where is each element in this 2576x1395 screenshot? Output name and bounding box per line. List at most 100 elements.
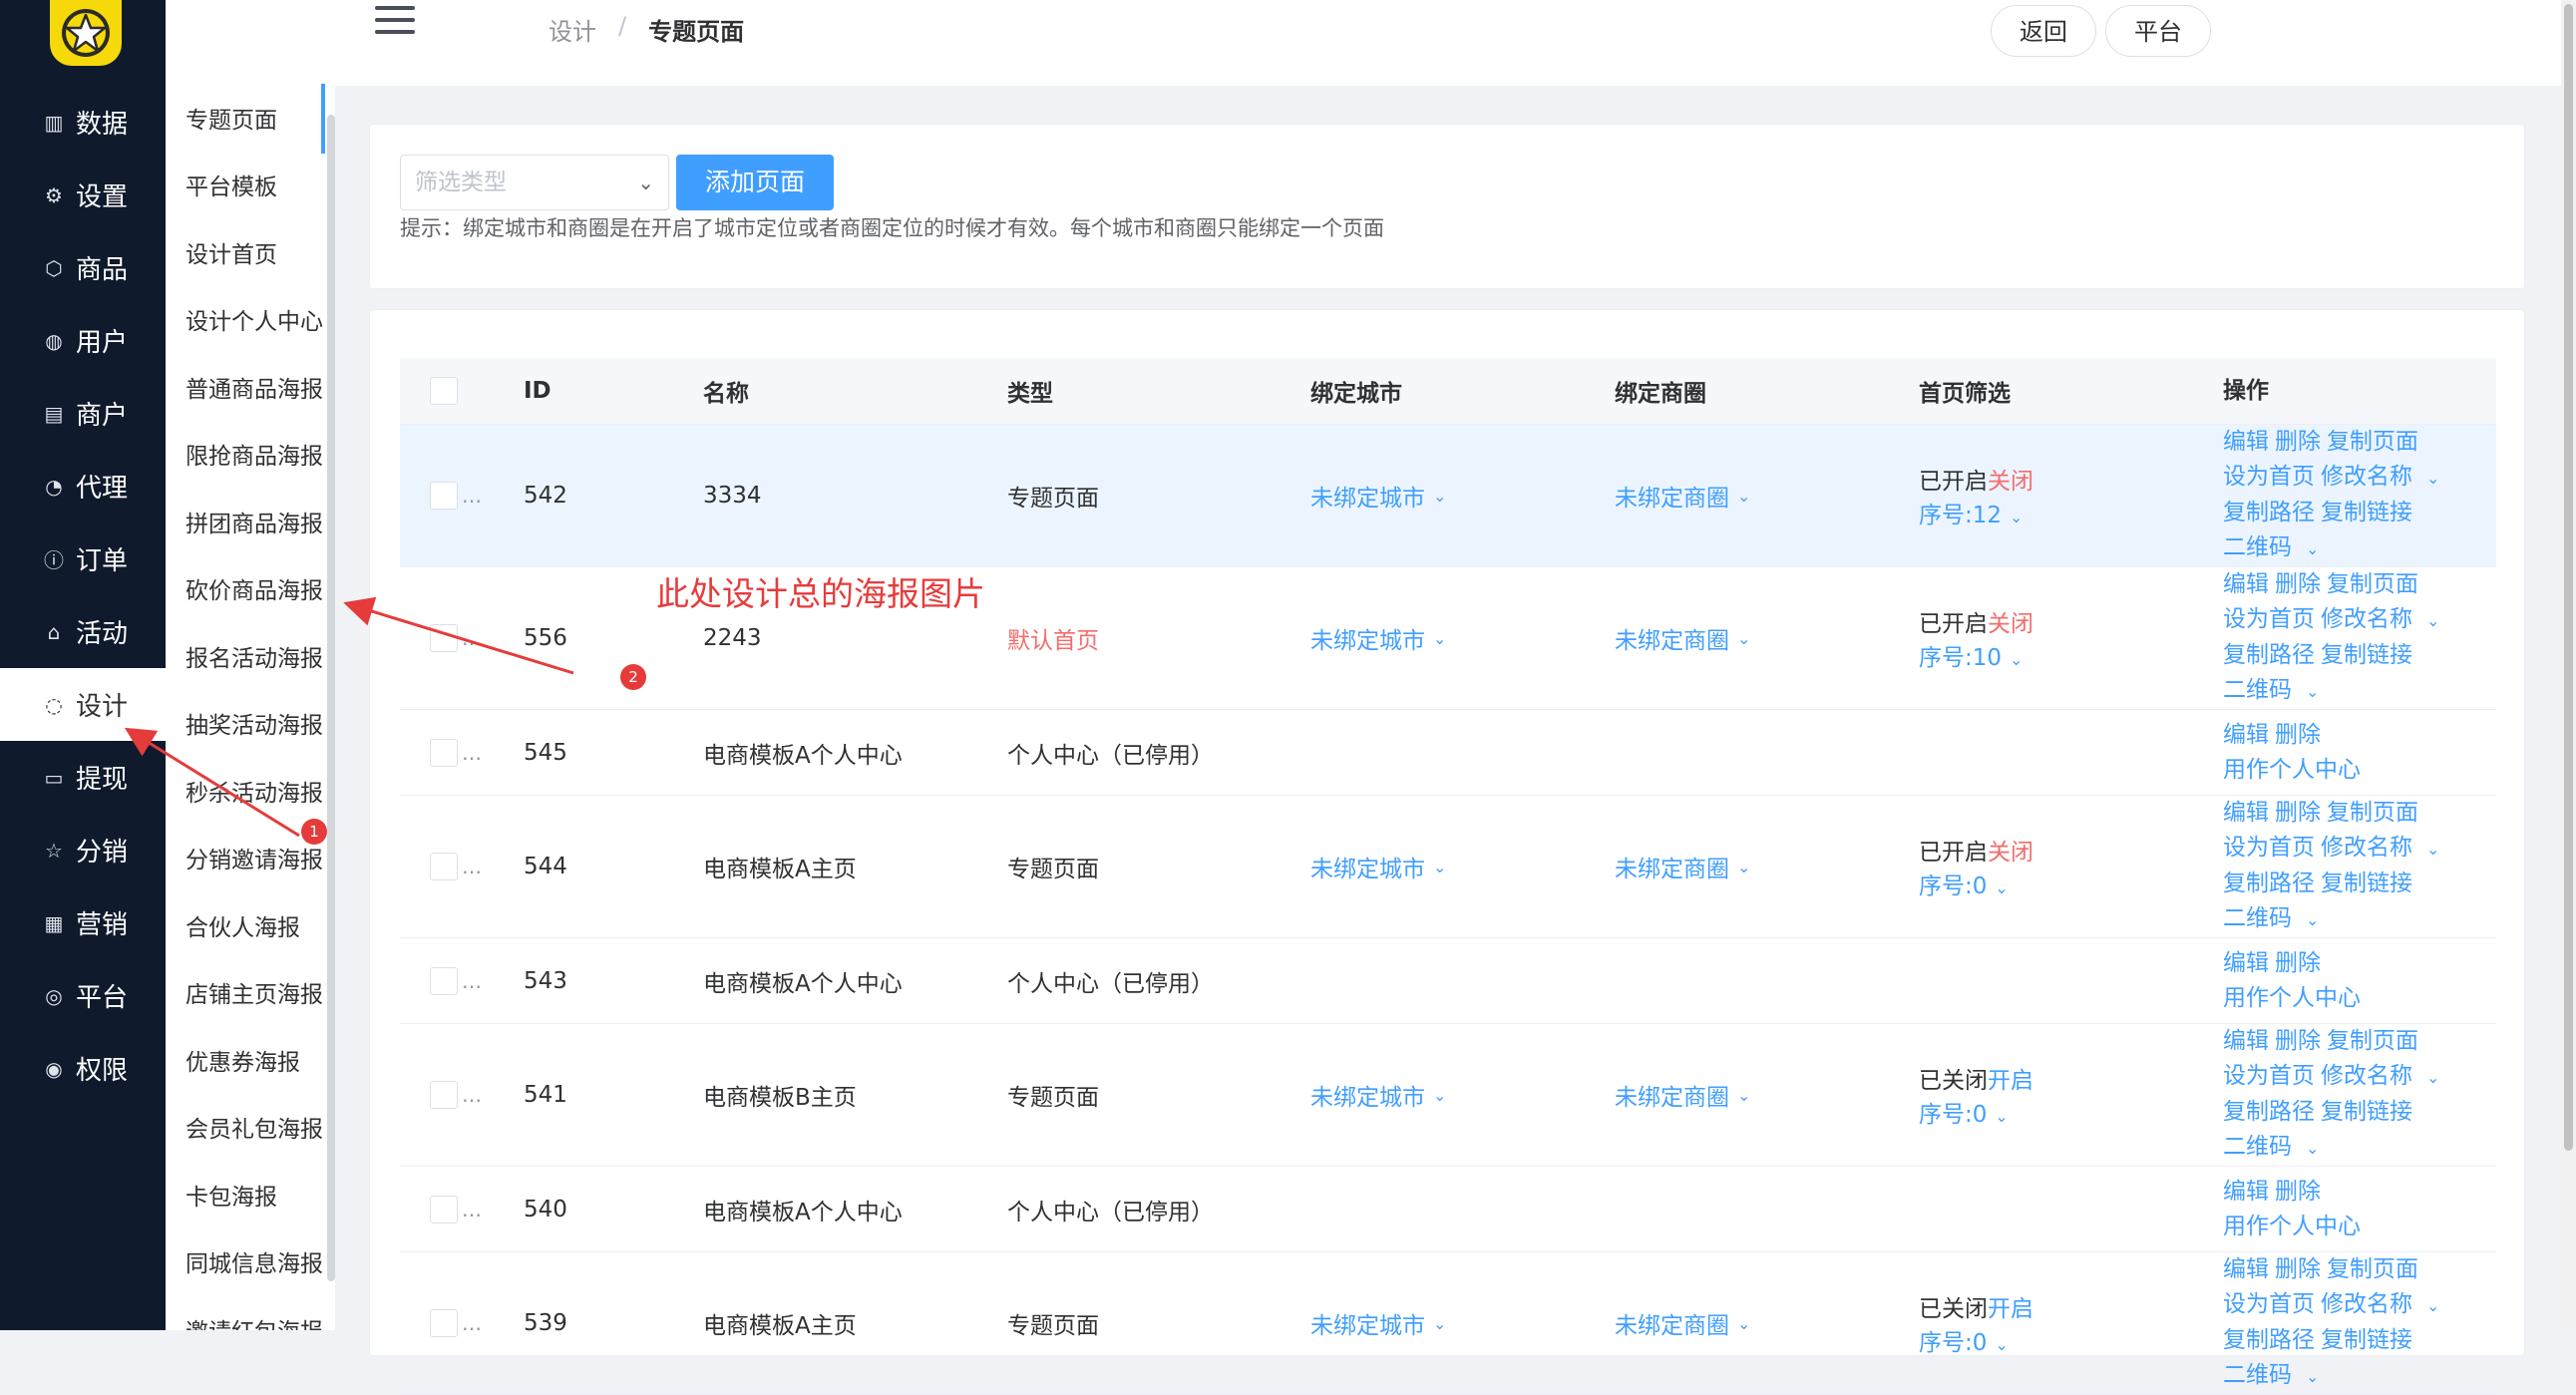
row-checkbox[interactable] — [430, 624, 458, 652]
op-link[interactable]: 复制页面 — [2327, 1256, 2418, 1282]
submenu-item[interactable]: 平台模板 — [166, 152, 335, 219]
op-link[interactable]: 编辑 — [2223, 571, 2269, 597]
submenu-item[interactable]: 拼团商品海报 — [166, 488, 335, 555]
city-dropdown[interactable]: 未绑定城市 ⌄ — [1310, 567, 1446, 709]
row-checkbox[interactable] — [430, 482, 458, 510]
type-filter-select[interactable]: 筛选类型 ⌄ — [400, 155, 669, 210]
circle-dropdown[interactable]: 未绑定商圈 ⌄ — [1615, 567, 1750, 709]
submenu-item[interactable]: 合伙人海报 — [166, 891, 335, 959]
sequence-dropdown[interactable]: 序号:0 ⌄ — [1919, 1095, 2009, 1129]
row-checkbox[interactable] — [430, 1309, 458, 1337]
op-link[interactable]: 二维码 — [2223, 1134, 2292, 1160]
submenu-item[interactable]: 报名活动海报 — [166, 622, 335, 690]
city-value[interactable]: 未绑定城市 — [1310, 850, 1425, 883]
circle-value[interactable]: 未绑定商圈 — [1615, 621, 1729, 655]
op-link[interactable]: 删除 — [2275, 800, 2321, 826]
nav-item[interactable]: ☆ 分销 — [0, 814, 166, 886]
op-link[interactable]: 复制路径 — [2223, 871, 2315, 896]
platform-button[interactable]: 平台 — [2105, 5, 2211, 57]
circle-value[interactable]: 未绑定商圈 — [1615, 850, 1729, 883]
op-link[interactable]: 复制页面 — [2327, 800, 2418, 826]
city-value[interactable]: 未绑定城市 — [1310, 1306, 1425, 1340]
row-checkbox[interactable] — [430, 1081, 458, 1109]
sequence-dropdown[interactable]: 序号:0 ⌄ — [1919, 867, 2009, 900]
nav-item[interactable]: ◉ 权限 — [0, 1032, 166, 1105]
op-link[interactable]: 用作个人中心 — [2223, 985, 2361, 1011]
op-link[interactable]: 复制路径 — [2223, 1327, 2315, 1353]
row-checkbox[interactable] — [430, 853, 458, 880]
page-scrollbar[interactable] — [2561, 0, 2576, 1330]
submenu-item[interactable]: 邀请红包海报 — [166, 1295, 335, 1330]
nav-item[interactable]: ◍ 用户 — [0, 304, 166, 377]
op-link[interactable]: 修改名称 — [2321, 1291, 2412, 1317]
op-link[interactable]: 修改名称 — [2321, 1063, 2412, 1089]
nav-item[interactable]: ◌ 设计 — [0, 668, 166, 741]
op-link[interactable]: 编辑 — [2223, 1179, 2269, 1205]
op-link[interactable]: 复制路径 — [2223, 1099, 2315, 1125]
op-link[interactable]: 二维码 — [2223, 1362, 2292, 1388]
op-link[interactable]: 修改名称 — [2321, 464, 2412, 490]
op-link[interactable]: 用作个人中心 — [2223, 757, 2361, 783]
op-link[interactable]: 编辑 — [2223, 429, 2269, 455]
city-value[interactable]: 未绑定城市 — [1310, 1078, 1425, 1112]
submenu-item[interactable]: 店铺主页海报 — [166, 959, 335, 1027]
op-link[interactable]: 编辑 — [2223, 950, 2269, 976]
submenu-item[interactable]: 同城信息海报 — [166, 1228, 335, 1296]
nav-item[interactable]: ⚙ 设置 — [0, 159, 166, 231]
add-page-button[interactable]: 添加页面 — [676, 155, 834, 210]
status-toggle-link[interactable]: 开启 — [1988, 1068, 2033, 1094]
circle-value[interactable]: 未绑定商圈 — [1615, 479, 1729, 513]
op-link[interactable]: 编辑 — [2223, 722, 2269, 748]
nav-item[interactable]: ▭ 提现 — [0, 741, 166, 814]
row-checkbox[interactable] — [430, 1195, 458, 1223]
op-link[interactable]: 用作个人中心 — [2223, 1214, 2361, 1239]
nav-item[interactable]: ▤ 商户 — [0, 377, 166, 450]
op-link[interactable]: 删除 — [2275, 1256, 2321, 1282]
nav-item[interactable]: ◔ 代理 — [0, 450, 166, 523]
circle-dropdown[interactable]: 未绑定商圈 ⌄ — [1615, 796, 1750, 937]
op-link[interactable]: 删除 — [2275, 1179, 2321, 1205]
circle-dropdown[interactable]: 未绑定商圈 ⌄ — [1615, 1024, 1750, 1166]
op-link[interactable]: 复制路径 — [2223, 500, 2315, 525]
op-link[interactable]: 复制页面 — [2327, 429, 2418, 455]
nav-item[interactable]: ⓘ 订单 — [0, 523, 166, 595]
op-link[interactable]: 删除 — [2275, 429, 2321, 455]
op-link[interactable]: 二维码 — [2223, 905, 2292, 931]
op-link[interactable]: 设为首页 — [2223, 835, 2315, 861]
submenu-scrollbar[interactable] — [327, 115, 335, 1281]
nav-item[interactable]: ▥ 数据 — [0, 86, 166, 159]
breadcrumb-design[interactable]: 设计 — [549, 12, 596, 47]
circle-dropdown[interactable]: 未绑定商圈 ⌄ — [1615, 1252, 1750, 1394]
op-link[interactable]: 删除 — [2275, 722, 2321, 748]
submenu-item[interactable]: 抽奖活动海报 — [166, 690, 335, 758]
op-link[interactable]: 设为首页 — [2223, 1291, 2315, 1317]
op-link[interactable]: 设为首页 — [2223, 606, 2315, 632]
row-checkbox[interactable] — [430, 966, 458, 995]
op-link[interactable]: 设为首页 — [2223, 464, 2315, 490]
op-link[interactable]: 二维码 — [2223, 677, 2292, 703]
city-dropdown[interactable]: 未绑定城市 ⌄ — [1310, 1252, 1446, 1394]
row-checkbox[interactable] — [430, 738, 458, 767]
op-link[interactable]: 删除 — [2275, 571, 2321, 597]
circle-dropdown[interactable]: 未绑定商圈 ⌄ — [1615, 425, 1750, 566]
submenu-item[interactable]: 专题页面 — [166, 84, 335, 152]
nav-item[interactable]: ▦ 营销 — [0, 886, 166, 959]
city-dropdown[interactable]: 未绑定城市 ⌄ — [1310, 1024, 1446, 1166]
op-link[interactable]: 删除 — [2275, 1028, 2321, 1054]
op-link[interactable]: 复制链接 — [2321, 642, 2412, 668]
op-link[interactable]: 复制路径 — [2223, 642, 2315, 668]
submenu-item[interactable]: 秒杀活动海报 — [166, 757, 335, 825]
city-dropdown[interactable]: 未绑定城市 ⌄ — [1310, 796, 1446, 937]
city-value[interactable]: 未绑定城市 — [1310, 479, 1425, 513]
op-link[interactable]: 编辑 — [2223, 1256, 2269, 1282]
city-value[interactable]: 未绑定城市 — [1310, 621, 1425, 655]
sequence-dropdown[interactable]: 序号:12 ⌄ — [1919, 496, 2023, 529]
submenu-item[interactable]: 普通商品海报 — [166, 353, 335, 421]
op-link[interactable]: 复制页面 — [2327, 571, 2418, 597]
submenu-item[interactable]: 优惠券海报 — [166, 1026, 335, 1094]
sequence-dropdown[interactable]: 序号:10 ⌄ — [1919, 638, 2023, 672]
hamburger-menu-icon[interactable] — [375, 6, 415, 38]
status-toggle-link[interactable]: 关闭 — [1988, 611, 2033, 637]
app-logo[interactable] — [50, 0, 122, 66]
op-link[interactable]: 编辑 — [2223, 1028, 2269, 1054]
